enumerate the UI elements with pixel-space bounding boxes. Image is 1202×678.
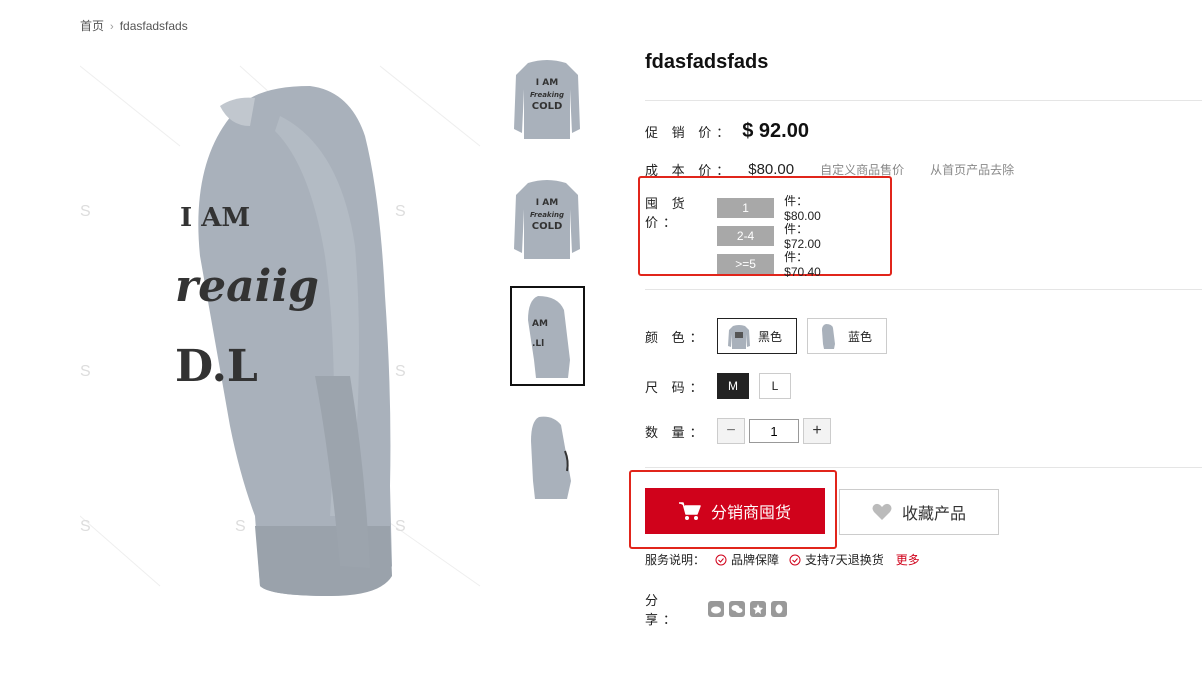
color-option-blue[interactable]: 蓝色 (807, 318, 888, 354)
divider (645, 289, 1202, 290)
main-product-image: SSS SSS SSS I AM reaiig D.L (79, 46, 490, 606)
color-swatch-icon (822, 324, 836, 349)
size-label: 尺 码： (645, 379, 708, 395)
bulk-tier-price: 件：$72.00 (784, 222, 821, 251)
svg-text:S: S (235, 518, 246, 535)
svg-text:COLD: COLD (532, 221, 563, 232)
quantity-increment-button[interactable]: + (803, 418, 831, 444)
service-label: 服务说明： (645, 553, 706, 567)
bulk-tier-qty: 2-4 (717, 225, 775, 246)
favorite-label: 收藏产品 (901, 506, 966, 523)
check-circle-icon (715, 554, 727, 565)
color-row: 颜 色： 黑色 蓝色 (645, 318, 897, 354)
thumbnail-3[interactable]: AM .Ll (510, 286, 585, 386)
heart-icon (872, 503, 892, 520)
thumbnail-4[interactable] (510, 408, 584, 506)
weibo-icon[interactable] (708, 601, 724, 617)
svg-text:S: S (80, 363, 91, 380)
service-item-label: 支持7天退换货 (805, 553, 884, 567)
svg-text:S: S (395, 518, 406, 535)
service-more-link[interactable]: 更多 (896, 551, 920, 568)
color-option-label: 蓝色 (848, 329, 873, 344)
breadcrumb-home[interactable]: 首页 (80, 19, 104, 33)
bulk-tier-price: 件：$80.00 (784, 194, 821, 223)
bulk-tier: 1 件：$80.00 (717, 192, 834, 223)
service-item: 支持7天退换货 (789, 551, 884, 568)
svg-text:S: S (395, 203, 406, 220)
svg-text:I AM: I AM (180, 203, 250, 233)
bulk-label: 囤 货 价： (645, 196, 690, 230)
bulk-tier: >=5 件：$70.40 (717, 248, 834, 279)
product-info: fdasfadsfads 促 销 价： $ 92.00 成 本 价： $80.0… (629, 46, 1202, 627)
remove-from-home-link[interactable]: 从首页产品去除 (930, 161, 1014, 178)
cart-icon (678, 502, 701, 520)
promo-price: $ 92.00 (742, 120, 809, 142)
bulk-tier: 2-4 件：$72.00 (717, 220, 834, 251)
svg-text:COLD: COLD (532, 101, 563, 112)
svg-text:.Ll: .Ll (532, 339, 544, 349)
size-option-m[interactable]: M (717, 373, 749, 399)
bulk-tier-price: 件：$70.40 (784, 250, 821, 279)
svg-text:reaiig: reaiig (175, 261, 319, 312)
divider (645, 100, 1202, 101)
bulk-tier-qty: 1 (717, 197, 775, 218)
divider (645, 467, 1202, 468)
svg-text:S: S (80, 518, 91, 535)
svg-text:Freaking: Freaking (530, 91, 564, 99)
breadcrumb-current: fdasfadsfads (119, 19, 188, 33)
svg-text:S: S (80, 203, 91, 220)
breadcrumb: 首页 › fdasfadsfads (80, 17, 188, 34)
quantity-label: 数 量： (645, 424, 708, 440)
qzone-icon[interactable] (750, 601, 766, 617)
svg-text:S: S (395, 363, 406, 380)
share-label: 分 享： (645, 593, 682, 627)
svg-text:AM: AM (532, 319, 548, 329)
svg-text:Freaking: Freaking (530, 211, 564, 219)
svg-text:I AM: I AM (536, 198, 558, 208)
size-row: 尺 码： M L (645, 373, 801, 399)
distributor-stock-label: 分销商囤货 (710, 505, 791, 522)
color-label: 颜 色： (645, 329, 708, 345)
product-title: fdasfadsfads (645, 51, 769, 73)
wechat-icon[interactable] (729, 601, 745, 617)
promo-label: 促 销 价： (645, 125, 735, 140)
favorite-button[interactable]: 收藏产品 (839, 489, 999, 535)
promo-price-row: 促 销 价： $ 92.00 (645, 120, 809, 143)
service-item: 品牌保障 (715, 551, 779, 568)
thumbnail-1[interactable]: I AM Freaking COLD (510, 46, 584, 144)
quantity-decrement-button[interactable]: − (717, 418, 745, 444)
color-swatch-icon (728, 325, 750, 349)
svg-text:D.L: D.L (175, 341, 258, 392)
distributor-stock-button[interactable]: 分销商囤货 (645, 488, 825, 534)
thumbnail-2[interactable]: I AM Freaking COLD (510, 166, 584, 264)
color-option-black[interactable]: 黑色 (717, 318, 798, 354)
quantity-row: 数 量： − + (645, 418, 831, 444)
color-option-label: 黑色 (758, 329, 783, 344)
service-row: 服务说明： 品牌保障 支持7天退换货 更多 (645, 551, 920, 568)
chevron-right-icon: › (110, 21, 114, 33)
check-circle-icon (789, 554, 801, 565)
share-row: 分 享： (645, 590, 787, 628)
quantity-input[interactable] (749, 419, 799, 443)
bulk-tier-qty: >=5 (717, 253, 775, 274)
qq-icon[interactable] (771, 601, 787, 617)
service-item-label: 品牌保障 (731, 553, 780, 567)
thumbnail-list: I AM Freaking COLD I AM Freaking COLD AM… (510, 46, 586, 528)
svg-text:I AM: I AM (536, 78, 558, 88)
size-option-l[interactable]: L (759, 373, 791, 399)
